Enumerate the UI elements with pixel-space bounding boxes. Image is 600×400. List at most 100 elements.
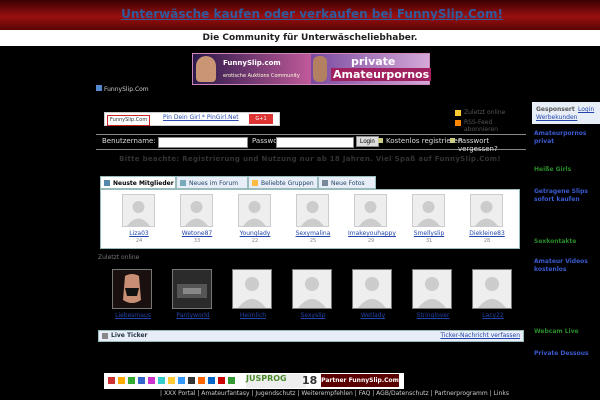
bookmark-icon[interactable] bbox=[118, 377, 125, 384]
footer-link[interactable]: Links bbox=[494, 390, 509, 397]
key-icon bbox=[450, 138, 455, 143]
member-name-link[interactable]: Younglady bbox=[232, 230, 278, 237]
google-icon[interactable] bbox=[218, 377, 225, 384]
member-name-link[interactable]: Smellyslip bbox=[406, 230, 452, 237]
username-input[interactable] bbox=[158, 137, 248, 148]
rss-link[interactable]: RSS-Feed abonnieren bbox=[464, 119, 525, 133]
sponsored-label: Gesponsert bbox=[536, 106, 575, 113]
online-user-link[interactable]: Stringlover bbox=[409, 312, 457, 319]
sidebar-ad-link[interactable]: Getragene Slips sofort kaufen bbox=[534, 188, 600, 204]
online-user-photo[interactable]: Wetlady bbox=[352, 269, 392, 319]
member-name-link[interactable]: Wetone87 bbox=[174, 230, 220, 237]
online-user-link[interactable]: Sexyslip bbox=[289, 312, 337, 319]
online-user-link[interactable]: Liebesmaus bbox=[109, 312, 157, 319]
login-button[interactable]: Login bbox=[356, 136, 379, 147]
footer-link[interactable]: Amateurfantasy bbox=[201, 390, 249, 397]
avatar[interactable] bbox=[238, 194, 271, 227]
banner-model-image bbox=[196, 56, 216, 82]
ad-banner[interactable]: FunnySlip.com erotische Auktions Communi… bbox=[192, 53, 432, 85]
ticker-title: Live Ticker bbox=[111, 332, 148, 339]
sidebar-ad-link[interactable]: Webcam Live bbox=[534, 328, 579, 336]
password-input[interactable] bbox=[276, 137, 354, 148]
delicious-icon[interactable] bbox=[188, 377, 195, 384]
online-user-link[interactable]: Wetlady bbox=[349, 312, 397, 319]
share-bar: FunnySlip.Com Pin Dein Girl * PinGirl.Ne… bbox=[104, 112, 280, 126]
linkedin-icon[interactable] bbox=[208, 377, 215, 384]
facebook-icon[interactable] bbox=[138, 377, 145, 384]
online-user-photo[interactable]: Heimlich bbox=[232, 269, 272, 319]
banner-right[interactable]: private Amateurpornos bbox=[311, 54, 432, 84]
avatar[interactable] bbox=[180, 194, 213, 227]
partner-banner[interactable]: Partner FunnySlip.Com bbox=[321, 374, 399, 387]
photos-icon bbox=[322, 180, 328, 186]
member-age: 31 bbox=[425, 238, 433, 244]
groups-icon bbox=[252, 180, 258, 186]
footer-link[interactable]: AGB/Datenschutz bbox=[376, 390, 428, 397]
home-icon bbox=[96, 85, 102, 91]
tab-forum[interactable]: Neues im Forum bbox=[176, 176, 248, 189]
jusprog-badge[interactable]: JUSPROG bbox=[246, 374, 306, 388]
tab-photos[interactable]: Neue Fotos bbox=[318, 176, 376, 189]
footer-link[interactable]: Weiterempfehlen bbox=[301, 390, 352, 397]
member-name-link[interactable]: Sexymalina bbox=[290, 230, 336, 237]
sidebar-ad-link[interactable]: Heiße Girls bbox=[534, 166, 571, 174]
recent-online-heading: Zuletzt online bbox=[98, 254, 140, 261]
online-user-photo[interactable]: Sexyslip bbox=[292, 269, 332, 319]
banner-right-image bbox=[313, 56, 327, 82]
sidebar-ad-link[interactable]: Amateurpornos privat bbox=[534, 130, 600, 146]
online-link[interactable]: Zuletzt online bbox=[464, 109, 505, 116]
online-user-photo[interactable]: Stringlover bbox=[412, 269, 452, 319]
live-ticker-bar: Live Ticker Ticker-Nachricht verfassen bbox=[98, 330, 524, 342]
age-18-badge: 18 bbox=[302, 374, 318, 387]
tab-label: Beliebte Gruppen bbox=[261, 180, 314, 187]
sidebar-ad-link[interactable]: Sexkontakte bbox=[534, 238, 576, 246]
footer-link[interactable]: FAQ bbox=[359, 390, 371, 397]
avatar[interactable] bbox=[354, 194, 387, 227]
online-user-photo[interactable]: Liebesmaus bbox=[112, 269, 152, 319]
member-name-link[interactable]: Liza03 bbox=[116, 230, 162, 237]
pingirl-link[interactable]: Pin Dein Girl * PinGirl.Net bbox=[163, 114, 239, 121]
member-name-link[interactable]: Imakeyouhappy bbox=[348, 230, 396, 237]
footer-link[interactable]: XXX Portal bbox=[164, 390, 195, 397]
sponsored-box: Gesponsert Login Werbekunden bbox=[532, 102, 600, 124]
ticker-post-link[interactable]: Ticker-Nachricht verfassen bbox=[440, 332, 520, 339]
sidebar-ad-link[interactable]: Amateur Videos kostenlos bbox=[534, 258, 600, 274]
footer-link[interactable]: Jugendschutz bbox=[255, 390, 295, 397]
reddit-icon[interactable] bbox=[198, 377, 205, 384]
digg-icon[interactable] bbox=[178, 377, 185, 384]
gplus-button[interactable]: G+1 bbox=[249, 114, 273, 124]
favorite-icon[interactable] bbox=[148, 377, 155, 384]
footer-links: | XXX Portal | Amateurfantasy | Jugendsc… bbox=[160, 390, 510, 397]
footer-link[interactable]: Partnerprogramm bbox=[434, 390, 487, 397]
breadcrumb-home-link[interactable]: FunnySlip.Com bbox=[104, 86, 149, 93]
tab-label: Neues im Forum bbox=[189, 180, 239, 187]
star-icon[interactable] bbox=[168, 377, 175, 384]
online-user-photo[interactable]: Lacy22 bbox=[472, 269, 512, 319]
avatar[interactable] bbox=[122, 194, 155, 227]
avatar[interactable] bbox=[470, 194, 503, 227]
avatar[interactable] bbox=[296, 194, 329, 227]
advertise-link[interactable]: Werbekunden bbox=[536, 114, 577, 121]
share-icon[interactable] bbox=[128, 377, 135, 384]
twitter-icon[interactable] bbox=[158, 377, 165, 384]
tab-groups[interactable]: Beliebte Gruppen bbox=[248, 176, 318, 189]
online-user-link[interactable]: Heimlich bbox=[229, 312, 277, 319]
banner-left-title: FunnySlip.com bbox=[223, 59, 281, 67]
sidebar-ad-link[interactable]: Private Dessous bbox=[534, 350, 589, 358]
online-user-link[interactable]: Pantyworld bbox=[169, 312, 217, 319]
avatar[interactable] bbox=[412, 194, 445, 227]
tab-newest-members[interactable]: Neuste Mitglieder bbox=[100, 176, 176, 189]
sidebar-login-link[interactable]: Login bbox=[578, 106, 594, 113]
online-user-photo[interactable]: Pantyworld bbox=[172, 269, 212, 319]
forgot-password-link[interactable]: Passwort vergessen? bbox=[458, 137, 526, 153]
member-name-link[interactable]: Diekleine83 bbox=[464, 230, 510, 237]
mail-icon[interactable] bbox=[228, 377, 235, 384]
online-user-link[interactable]: Lacy22 bbox=[469, 312, 517, 319]
key-icon bbox=[378, 138, 383, 143]
banner-left[interactable]: FunnySlip.com erotische Auktions Communi… bbox=[193, 54, 311, 84]
social-icon[interactable] bbox=[108, 377, 115, 384]
ticker-icon bbox=[102, 333, 108, 339]
site-title-link[interactable]: Unterwäsche kaufen oder verkaufen bei Fu… bbox=[0, 7, 600, 21]
member-age: 29 bbox=[367, 238, 375, 244]
funnyslip-logo-badge[interactable]: FunnySlip.Com bbox=[107, 115, 151, 126]
